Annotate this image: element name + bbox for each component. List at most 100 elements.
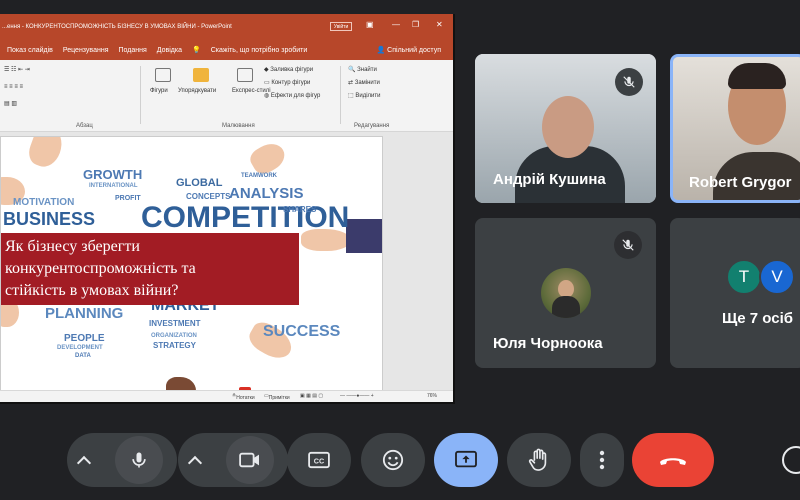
word-cloud-text: BUSINESS bbox=[3, 209, 96, 229]
zoom-slider[interactable]: — ——●—— + bbox=[340, 393, 374, 399]
shape-outline-button[interactable]: ▭ Контур фігури bbox=[264, 79, 310, 86]
lightbulb-icon: 💡 bbox=[191, 47, 201, 54]
maximize-icon[interactable]: ❐ bbox=[412, 20, 419, 29]
participant-tile-active[interactable]: Robert Grygor bbox=[670, 54, 800, 203]
tab-slide-show[interactable]: Показ слайдів bbox=[7, 47, 53, 54]
shape-fill-button[interactable]: ◆ Заливка фігури bbox=[264, 66, 313, 73]
word-cloud-text: CONCEPTS bbox=[186, 192, 231, 201]
raise-hand-icon bbox=[528, 448, 547, 471]
select-label: Виділити bbox=[355, 93, 381, 99]
raise-hand-button[interactable] bbox=[507, 433, 571, 487]
zoom-level[interactable]: 76% bbox=[427, 393, 437, 399]
bullets-icon[interactable]: ☰ ☷ ⇤ ⇥ bbox=[4, 66, 30, 73]
ribbon-divider bbox=[340, 66, 341, 124]
word-cloud-text: ORGANIZATION bbox=[151, 333, 197, 339]
slide-title-line: конкурентоспроможність та bbox=[5, 260, 196, 277]
chevron-up-icon[interactable] bbox=[76, 455, 92, 470]
word-cloud-text: COMPETITION bbox=[141, 201, 350, 234]
word-cloud-text: DEVELOPMENT bbox=[57, 345, 103, 351]
avatar-body-image bbox=[552, 296, 580, 318]
word-cloud-text: PEOPLE bbox=[64, 333, 105, 344]
group-editing: Редагування bbox=[354, 123, 390, 129]
comments-button[interactable]: ▭ Примітки bbox=[264, 393, 290, 401]
word-cloud-text: GLOBAL bbox=[176, 177, 223, 189]
captions-button[interactable]: CC bbox=[287, 433, 351, 487]
shapes-button[interactable]: Фігури bbox=[150, 88, 168, 94]
find-button[interactable]: 🔍 Знайти bbox=[348, 66, 377, 73]
share-label: Спільний доступ bbox=[387, 47, 441, 54]
camera-control[interactable] bbox=[178, 433, 288, 487]
tab-review[interactable]: Рецензування bbox=[63, 47, 109, 54]
group-paragraph: Абзац bbox=[76, 123, 93, 129]
arrange-button[interactable]: Упорядкувати bbox=[178, 88, 216, 94]
shapes-icon[interactable] bbox=[155, 68, 171, 82]
find-label: Знайти bbox=[357, 67, 377, 73]
leave-call-button[interactable] bbox=[632, 433, 714, 487]
columns-icon[interactable]: ▤ ▥ bbox=[4, 100, 17, 107]
notes-label: Нотатки bbox=[236, 395, 255, 401]
ribbon-tabs: Показ слайдів Рецензування Подання Довід… bbox=[0, 40, 453, 60]
word-cloud-text: GROWTH bbox=[83, 167, 143, 182]
present-screen-icon bbox=[455, 450, 477, 468]
replace-button[interactable]: ⇄ Замінити bbox=[348, 79, 380, 86]
shape-effects-button[interactable]: ◍ Ефекти для фігур bbox=[264, 92, 320, 99]
more-options-icon bbox=[599, 450, 605, 470]
more-participants-tile[interactable]: T V Ще 7 осіб bbox=[670, 218, 800, 368]
shared-screen[interactable]: ...ення - КОНКУРЕНТОСПРОМОЖНІСТЬ БІЗНЕСУ… bbox=[0, 14, 455, 404]
slide-title-line: Як бізнесу зберегти bbox=[5, 238, 140, 255]
shape-effects-label: Ефекти для фігур bbox=[270, 93, 321, 99]
align-icon[interactable]: ≡ ≡ ≡ ≡ bbox=[4, 84, 23, 90]
meeting-details-icon[interactable] bbox=[782, 446, 800, 474]
camera-button[interactable] bbox=[226, 436, 274, 484]
tab-view[interactable]: Подання bbox=[119, 47, 147, 54]
notes-button[interactable]: ≙ Нотатки bbox=[232, 393, 255, 401]
person-hair-image bbox=[728, 63, 786, 89]
window-title: ...ення - КОНКУРЕНТОСПРОМОЖНІСТЬ БІЗНЕСУ… bbox=[2, 24, 232, 30]
emoji-button[interactable] bbox=[361, 433, 425, 487]
word-cloud-text: SUCCESS bbox=[263, 323, 341, 340]
participant-initial-avatar: V bbox=[759, 259, 795, 295]
comments-label: Примітки bbox=[268, 395, 290, 401]
word-cloud-text: TEAMWORK bbox=[241, 173, 277, 179]
ribbon-display-icon[interactable]: ▣ bbox=[366, 20, 374, 29]
minimize-icon[interactable]: — bbox=[392, 20, 400, 29]
participant-name: Андрій Кушина bbox=[493, 171, 606, 188]
microphone-icon bbox=[132, 452, 146, 468]
mic-off-icon bbox=[615, 68, 643, 96]
slide[interactable]: GROWTH GLOBAL ANALYSIS COMPETITION BUSIN… bbox=[0, 136, 383, 398]
person-face-image bbox=[542, 96, 594, 158]
sign-in-button[interactable]: Увійти bbox=[330, 22, 352, 31]
tell-me-search[interactable]: Скажіть, що потрібно зробити bbox=[211, 47, 308, 54]
word-cloud-text: SHARES bbox=[283, 205, 317, 214]
word-cloud-text: INTERNATIONAL bbox=[89, 183, 138, 189]
word-cloud-text: INVESTMENT bbox=[149, 319, 201, 328]
tab-help[interactable]: Довідка bbox=[157, 47, 182, 54]
close-icon[interactable]: ✕ bbox=[436, 20, 443, 29]
word-cloud-text: MOTIVATION bbox=[13, 197, 75, 208]
arrange-icon[interactable] bbox=[193, 68, 209, 82]
more-options-button[interactable] bbox=[580, 433, 624, 487]
chevron-up-icon[interactable] bbox=[187, 455, 203, 470]
ribbon-divider bbox=[140, 66, 141, 124]
present-screen-button[interactable] bbox=[434, 433, 498, 487]
participant-avatar bbox=[541, 268, 591, 318]
share-button[interactable]: 👤 Спільний доступ bbox=[377, 46, 442, 54]
view-buttons[interactable]: ▣ ▦ ▤ ▢ bbox=[300, 393, 323, 399]
camera-icon bbox=[239, 452, 259, 468]
emoji-icon bbox=[382, 449, 404, 471]
quick-styles-icon[interactable] bbox=[237, 68, 253, 82]
meeting-stage: ...ення - КОНКУРЕНТОСПРОМОЖНІСТЬ БІЗНЕСУ… bbox=[0, 0, 800, 500]
ribbon: ☰ ☷ ⇤ ⇥ ≡ ≡ ≡ ≡ ▤ ▥ Абзац Фігури Упорядк… bbox=[0, 60, 453, 132]
select-button[interactable]: ⬚ Виділити bbox=[348, 92, 380, 99]
word-cloud-text: PROFIT bbox=[115, 195, 141, 202]
word-cloud-text: DATA bbox=[75, 353, 91, 359]
microphone-control[interactable] bbox=[67, 433, 177, 487]
powerpoint-title-bar: ...ення - КОНКУРЕНТОСПРОМОЖНІСТЬ БІЗНЕСУ… bbox=[0, 14, 453, 40]
hand-image bbox=[246, 138, 290, 178]
participant-name: Юля Чорноока bbox=[493, 335, 603, 352]
captions-icon: CC bbox=[308, 451, 330, 469]
word-cloud-text: ANALYSIS bbox=[229, 185, 304, 202]
microphone-button[interactable] bbox=[115, 436, 163, 484]
participant-tile[interactable]: Юля Чорноока bbox=[475, 218, 656, 368]
participant-tile[interactable]: Андрій Кушина bbox=[475, 54, 656, 203]
